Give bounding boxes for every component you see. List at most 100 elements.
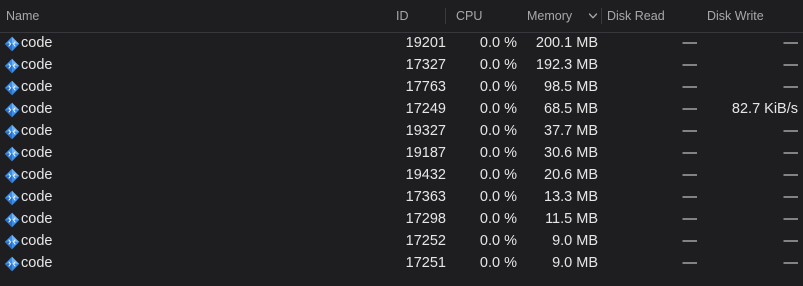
process-disk-write: — [783, 123, 799, 139]
table-header: Name ID CPU Memory Disk Read Disk Write [0, 0, 803, 33]
process-memory: 11.5 MB [545, 211, 598, 227]
vscode-diamond-icon [4, 212, 20, 228]
process-memory: 13.3 MB [544, 189, 598, 205]
process-id: 17249 [405, 101, 446, 117]
process-disk-read: — [682, 189, 698, 205]
process-id: 19432 [405, 167, 446, 183]
process-cpu: 0.0 % [479, 255, 517, 271]
process-name: code [21, 189, 53, 205]
column-header-memory[interactable]: Memory [527, 9, 572, 23]
process-id: 19187 [405, 145, 446, 161]
process-disk-write: — [783, 145, 799, 161]
process-id: 17298 [405, 211, 446, 227]
table-row[interactable]: code 17363 0.0 % 13.3 MB — — [0, 187, 803, 209]
process-name: code [21, 255, 53, 271]
process-memory: 20.6 MB [544, 167, 598, 183]
process-disk-write: — [783, 255, 799, 271]
process-memory: 98.5 MB [544, 79, 598, 95]
vscode-diamond-icon [4, 80, 20, 96]
process-disk-write: — [783, 189, 799, 205]
table-row[interactable]: code 17249 0.0 % 68.5 MB — 82.7 KiB/s [0, 99, 803, 121]
process-cpu: 0.0 % [479, 35, 517, 51]
process-disk-write: — [783, 35, 799, 51]
process-id: 19201 [405, 35, 446, 51]
process-disk-write: — [783, 79, 799, 95]
process-name: code [21, 233, 53, 249]
process-name: code [21, 79, 53, 95]
process-cpu: 0.0 % [479, 211, 517, 227]
table-row[interactable]: code 19187 0.0 % 30.6 MB — — [0, 143, 803, 165]
process-id: 17363 [405, 189, 446, 205]
process-id: 17251 [405, 255, 446, 271]
vscode-diamond-icon [4, 102, 20, 118]
process-disk-write: — [783, 57, 799, 73]
process-memory: 68.5 MB [544, 101, 598, 117]
process-name: code [21, 167, 53, 183]
table-row[interactable]: code 19432 0.0 % 20.6 MB — — [0, 165, 803, 187]
table-row[interactable]: code 17252 0.0 % 9.0 MB — — [0, 231, 803, 253]
vscode-diamond-icon [4, 190, 20, 206]
process-disk-read: — [682, 101, 698, 117]
process-cpu: 0.0 % [479, 79, 517, 95]
process-disk-read: — [682, 145, 698, 161]
process-cpu: 0.0 % [479, 167, 517, 183]
table-body: code 19201 0.0 % 200.1 MB — — code 17327… [0, 33, 803, 275]
vscode-diamond-icon [4, 168, 20, 184]
column-header-id[interactable]: ID [396, 9, 409, 23]
process-name: code [21, 123, 53, 139]
vscode-diamond-icon [4, 58, 20, 74]
vscode-diamond-icon [4, 146, 20, 162]
process-name: code [21, 101, 53, 117]
table-row[interactable]: code 19327 0.0 % 37.7 MB — — [0, 121, 803, 143]
process-disk-read: — [682, 211, 698, 227]
process-id: 19327 [405, 123, 446, 139]
process-id: 17252 [405, 233, 446, 249]
vscode-diamond-icon [4, 256, 20, 272]
table-row[interactable]: code 17327 0.0 % 192.3 MB — — [0, 55, 803, 77]
column-header-cpu[interactable]: CPU [456, 9, 482, 23]
process-memory: 37.7 MB [544, 123, 598, 139]
vscode-diamond-icon [4, 124, 20, 140]
process-memory: 200.1 MB [535, 35, 598, 51]
table-row[interactable]: code 19201 0.0 % 200.1 MB — — [0, 33, 803, 55]
process-disk-read: — [682, 79, 698, 95]
process-id: 17327 [405, 57, 446, 73]
process-disk-read: — [682, 35, 698, 51]
process-disk-read: — [682, 233, 698, 249]
process-memory: 30.6 MB [544, 145, 598, 161]
process-disk-read: — [682, 167, 698, 183]
process-name: code [21, 35, 53, 51]
process-memory: 192.3 MB [535, 57, 598, 73]
process-name: code [21, 145, 53, 161]
process-disk-read: — [682, 57, 698, 73]
process-id: 17763 [405, 79, 446, 95]
process-cpu: 0.0 % [479, 189, 517, 205]
process-cpu: 0.0 % [479, 101, 517, 117]
table-row[interactable]: code 17763 0.0 % 98.5 MB — — [0, 77, 803, 99]
process-disk-write: — [783, 167, 799, 183]
process-disk-write: 82.7 KiB/s [731, 101, 798, 117]
column-divider[interactable] [445, 8, 446, 24]
column-header-disk-write[interactable]: Disk Write [707, 9, 764, 23]
process-memory: 9.0 MB [552, 255, 598, 271]
column-header-name[interactable]: Name [6, 9, 39, 23]
process-table: Name ID CPU Memory Disk Read Disk Write … [0, 0, 803, 286]
process-disk-write: — [783, 211, 799, 227]
column-divider[interactable] [601, 8, 602, 24]
process-disk-write: — [783, 233, 799, 249]
vscode-diamond-icon [4, 36, 20, 52]
column-header-disk-read[interactable]: Disk Read [607, 9, 665, 23]
vscode-diamond-icon [4, 234, 20, 250]
table-row[interactable]: code 17251 0.0 % 9.0 MB — — [0, 253, 803, 275]
process-cpu: 0.0 % [479, 123, 517, 139]
process-name: code [21, 211, 53, 227]
process-memory: 9.0 MB [552, 233, 598, 249]
process-name: code [21, 57, 53, 73]
process-disk-read: — [682, 123, 698, 139]
table-row[interactable]: code 17298 0.0 % 11.5 MB — — [0, 209, 803, 231]
process-disk-read: — [682, 255, 698, 271]
process-cpu: 0.0 % [479, 233, 517, 249]
process-cpu: 0.0 % [479, 145, 517, 161]
chevron-down-icon[interactable] [588, 11, 598, 21]
process-cpu: 0.0 % [479, 57, 517, 73]
